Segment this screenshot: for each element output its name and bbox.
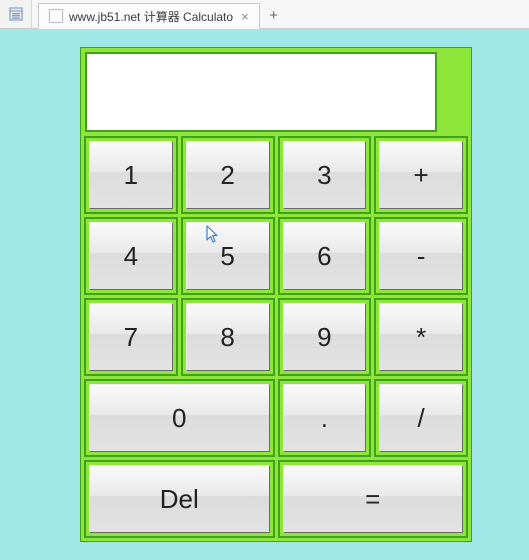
window-menu-icon[interactable] — [0, 0, 32, 28]
key-8[interactable]: 8 — [186, 303, 270, 371]
key-equals[interactable]: = — [283, 465, 464, 533]
new-tab-button[interactable]: + — [260, 3, 288, 28]
tab-close-icon[interactable]: × — [239, 10, 251, 23]
keypad-row-2: 4 5 6 - — [81, 217, 471, 298]
display-side-gutter — [441, 52, 467, 132]
tab-title: www.jb51.net 计算器 Calculato — [69, 8, 233, 25]
display-row — [81, 48, 471, 136]
keypad-row-1: 1 2 3 + — [81, 136, 471, 217]
key-5[interactable]: 5 — [186, 222, 270, 290]
key-6[interactable]: 6 — [283, 222, 367, 290]
key-7[interactable]: 7 — [89, 303, 173, 371]
key-3[interactable]: 3 — [283, 141, 367, 209]
plus-icon: + — [269, 7, 278, 24]
key-dot[interactable]: . — [283, 384, 367, 452]
key-multiply[interactable]: * — [379, 303, 463, 371]
calculator-display — [85, 52, 437, 132]
page-viewport: 1 2 3 + 4 5 6 - 7 8 9 * 0 . / Del = — [0, 29, 529, 560]
keypad-row-3: 7 8 9 * — [81, 298, 471, 379]
key-1[interactable]: 1 — [89, 141, 173, 209]
key-delete[interactable]: Del — [89, 465, 270, 533]
key-9[interactable]: 9 — [283, 303, 367, 371]
key-minus[interactable]: - — [379, 222, 463, 290]
key-2[interactable]: 2 — [186, 141, 270, 209]
key-4[interactable]: 4 — [89, 222, 173, 290]
keypad-row-5: Del = — [81, 460, 471, 541]
page-favicon-icon — [49, 9, 63, 23]
calculator-frame: 1 2 3 + 4 5 6 - 7 8 9 * 0 . / Del = — [80, 47, 472, 542]
keypad-row-4: 0 . / — [81, 379, 471, 460]
key-divide[interactable]: / — [379, 384, 463, 452]
browser-tab-strip: www.jb51.net 计算器 Calculato × + — [0, 0, 529, 29]
key-0[interactable]: 0 — [89, 384, 270, 452]
browser-tab[interactable]: www.jb51.net 计算器 Calculato × — [38, 3, 260, 29]
key-plus[interactable]: + — [379, 141, 463, 209]
